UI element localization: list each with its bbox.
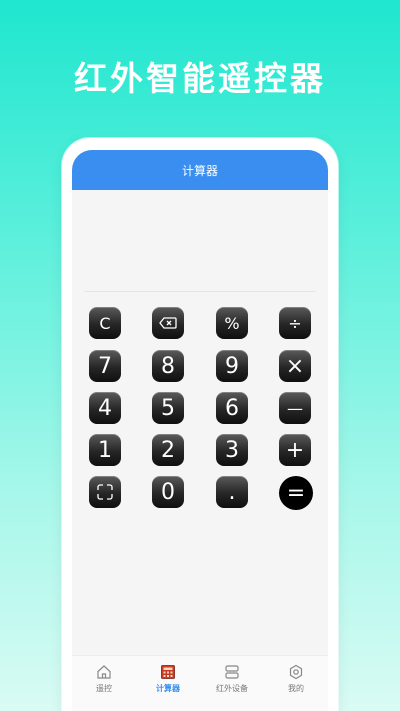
digit-1-label: 1 (98, 437, 112, 463)
tab-mine-label: 我的 (288, 684, 304, 693)
plus-button[interactable]: + (279, 434, 311, 466)
digit-9-label: 9 (225, 353, 239, 379)
calculator-icon (160, 664, 176, 680)
decimal-button[interactable]: . (216, 476, 248, 508)
home-icon (96, 664, 112, 680)
digit-8-label: 8 (161, 353, 175, 379)
divide-label: ÷ (288, 313, 302, 333)
plus-label: + (285, 437, 305, 463)
digit-4-button[interactable]: 4 (89, 392, 121, 424)
equals-button[interactable]: = (279, 476, 313, 510)
calculator-display (72, 190, 328, 290)
digit-3-label: 3 (225, 437, 239, 463)
tab-remote-label: 遥控 (96, 684, 112, 693)
device-icon (224, 664, 240, 680)
display-divider (84, 291, 316, 292)
phone-frame: 计算器 C % ÷ 7 8 9 × 4 5 6 — 1 2 3 + 0 . = … (62, 138, 338, 711)
digit-4-label: 4 (98, 395, 112, 421)
digit-0-button[interactable]: 0 (152, 476, 184, 508)
page-title: 计算器 (181, 163, 218, 178)
decimal-label: . (228, 479, 236, 505)
digit-9-button[interactable]: 9 (216, 350, 248, 382)
backspace-button[interactable] (152, 307, 184, 339)
digit-2-button[interactable]: 2 (152, 434, 184, 466)
digit-7-button[interactable]: 7 (89, 350, 121, 382)
minus-button[interactable]: — (279, 392, 311, 424)
promo-headline: 红外智能遥控器 (74, 59, 326, 98)
clear-button[interactable]: C (89, 307, 121, 339)
bottom-tab-bar: 遥控 计算器 红外设备 我的 (72, 655, 328, 711)
title-bar: 计算器 (72, 150, 328, 190)
clear-label: C (99, 313, 111, 333)
divide-button[interactable]: ÷ (279, 307, 311, 339)
tab-ir-devices-label: 红外设备 (216, 684, 248, 693)
tab-mine[interactable]: 我的 (264, 656, 328, 711)
digit-6-button[interactable]: 6 (216, 392, 248, 424)
app-screen: 计算器 C % ÷ 7 8 9 × 4 5 6 — 1 2 3 + 0 . = … (72, 150, 328, 711)
tab-remote[interactable]: 遥控 (72, 656, 136, 711)
backspace-icon (159, 317, 177, 329)
equals-label: = (286, 480, 306, 506)
multiply-button[interactable]: × (279, 350, 311, 382)
digit-6-label: 6 (225, 395, 239, 421)
swap-button[interactable] (89, 476, 121, 508)
multiply-label: × (285, 353, 305, 379)
tab-ir-devices[interactable]: 红外设备 (200, 656, 264, 711)
hexagon-icon (288, 664, 304, 680)
digit-1-button[interactable]: 1 (89, 434, 121, 466)
percent-label: % (224, 313, 240, 333)
digit-7-label: 7 (98, 353, 112, 379)
digit-3-button[interactable]: 3 (216, 434, 248, 466)
percent-button[interactable]: % (216, 307, 248, 339)
tab-calculator-label: 计算器 (156, 684, 180, 693)
digit-5-button[interactable]: 5 (152, 392, 184, 424)
digit-2-label: 2 (161, 437, 175, 463)
swap-icon (97, 484, 113, 500)
minus-label: — (287, 398, 303, 418)
digit-0-label: 0 (161, 479, 175, 505)
digit-8-button[interactable]: 8 (152, 350, 184, 382)
digit-5-label: 5 (161, 395, 175, 421)
tab-calculator[interactable]: 计算器 (136, 656, 200, 711)
